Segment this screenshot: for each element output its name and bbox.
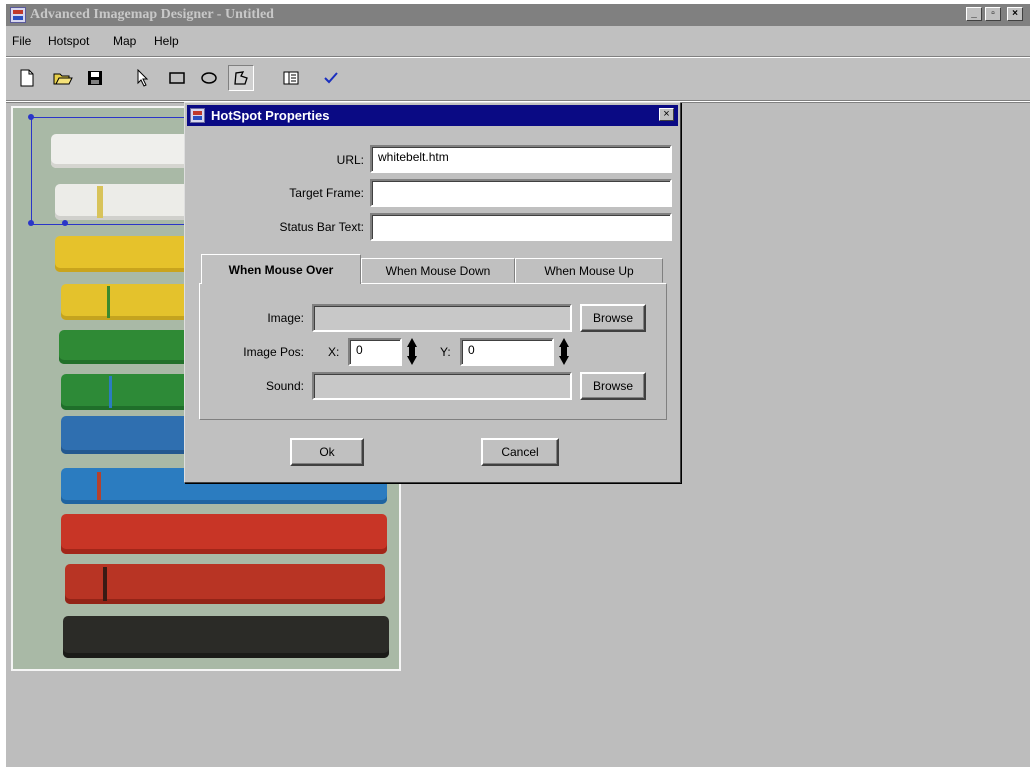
properties-panel-icon[interactable] (278, 65, 304, 91)
window-title: Advanced Imagemap Designer - Untitled (30, 7, 274, 22)
menu-separator (6, 56, 1030, 58)
ok-button[interactable]: Ok (290, 438, 364, 466)
y-spinner[interactable] (558, 338, 570, 366)
belt-red (65, 564, 385, 604)
hotspot-properties-dialog: HotSpot Properties × URL: whitebelt.htm … (184, 102, 681, 483)
url-field[interactable]: whitebelt.htm (370, 145, 672, 173)
sound-label: Sound: (265, 379, 304, 393)
sound-field[interactable] (312, 372, 572, 400)
save-disk-icon[interactable] (82, 65, 108, 91)
image-field[interactable] (312, 304, 572, 332)
pointer-arrow-icon[interactable] (130, 65, 156, 91)
image-label: Image: (267, 311, 304, 325)
tab-when-mouse-down[interactable]: When Mouse Down (361, 258, 515, 283)
image-pos-label: Image Pos: (243, 345, 304, 359)
ellipse-tool-icon[interactable] (196, 65, 222, 91)
status-bar-text-field[interactable] (370, 213, 672, 241)
rectangle-tool-icon[interactable] (164, 65, 190, 91)
tab-when-mouse-over[interactable]: When Mouse Over (201, 254, 361, 284)
hotspot-handle[interactable] (28, 220, 34, 226)
polygon-tool-icon[interactable] (228, 65, 254, 91)
menu-hotspot[interactable]: Hotspot (48, 34, 89, 48)
dialog-title: HotSpot Properties (211, 108, 330, 123)
checkmark-icon[interactable] (318, 65, 344, 91)
toolbar (6, 60, 1030, 100)
y-position-field[interactable]: 0 (460, 338, 554, 366)
x-position-field[interactable]: 0 (348, 338, 402, 366)
status-bar-text-label: Status Bar Text: (279, 220, 365, 234)
minimize-button[interactable]: _ (966, 7, 982, 21)
target-frame-field[interactable] (370, 179, 672, 207)
dialog-close-button[interactable]: × (659, 108, 674, 121)
menu-map[interactable]: Map (113, 34, 136, 48)
belt-black (63, 616, 389, 658)
hotspot-handle[interactable] (28, 114, 34, 120)
tab-when-mouse-up[interactable]: When Mouse Up (515, 258, 663, 283)
cancel-button[interactable]: Cancel (481, 438, 559, 466)
dialog-titlebar[interactable]: HotSpot Properties × (187, 105, 678, 126)
x-label: X: (328, 345, 340, 359)
hotspot-handle[interactable] (62, 220, 68, 226)
menu-file[interactable]: File (12, 34, 31, 48)
image-browse-button[interactable]: Browse (580, 304, 646, 332)
window-titlebar[interactable]: Advanced Imagemap Designer - Untitled _ … (6, 4, 1030, 26)
tab-panel: Image: Browse Image Pos: X: 0 Y: 0 Sound… (199, 283, 667, 420)
sound-browse-button[interactable]: Browse (580, 372, 646, 400)
new-file-icon[interactable] (14, 65, 40, 91)
open-folder-icon[interactable] (50, 65, 76, 91)
x-spinner[interactable] (406, 338, 418, 366)
url-label: URL: (336, 153, 364, 167)
belt-red (61, 514, 387, 554)
app-icon[interactable] (10, 7, 26, 23)
target-frame-label: Target Frame: (289, 186, 364, 200)
dialog-app-icon (190, 108, 205, 123)
close-button[interactable]: × (1007, 7, 1023, 21)
menubar: File Hotspot Map Help (6, 32, 1030, 52)
menu-help[interactable]: Help (154, 34, 179, 48)
y-label: Y: (440, 345, 451, 359)
restore-button[interactable]: ▫ (985, 7, 1001, 21)
